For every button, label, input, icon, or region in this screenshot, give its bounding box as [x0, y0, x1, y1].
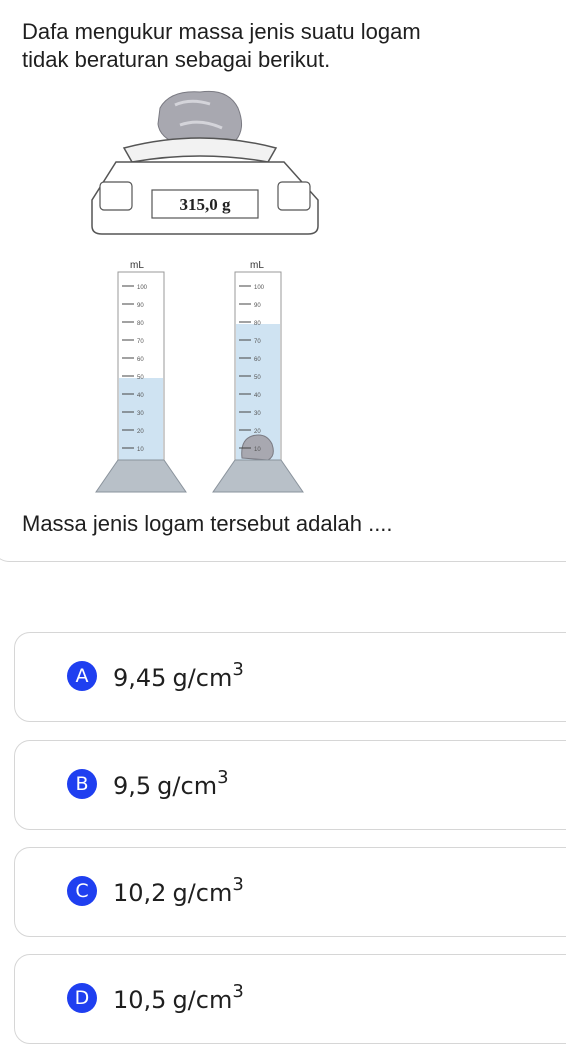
right-tick-label: 90 — [254, 303, 261, 309]
option-d-unit: g/cm — [172, 986, 233, 1014]
left-tick-label: 50 — [137, 375, 144, 381]
option-b-unit: g/cm — [157, 772, 218, 800]
option-a-text: 9,45 g/cm3 — [113, 661, 244, 693]
right-tick-label: 80 — [254, 321, 261, 327]
option-b-badge: B — [67, 769, 97, 799]
option-c-text: 10,2 g/cm3 — [113, 876, 244, 908]
left-tick-label: 10 — [137, 447, 144, 453]
scale-right-button — [277, 181, 311, 211]
option-a[interactable]: A 9,45 g/cm3 — [14, 632, 566, 722]
option-b-value: 9,5 — [113, 772, 152, 800]
option-c-value: 10,2 — [113, 879, 167, 907]
option-b-exponent: 3 — [217, 767, 229, 788]
left-tick-label: 70 — [137, 339, 144, 345]
option-a-value: 9,45 — [113, 664, 167, 692]
option-d[interactable]: D 10,5 g/cm3 — [14, 954, 566, 1044]
option-c[interactable]: C 10,2 g/cm3 — [14, 847, 566, 937]
option-d-text: 10,5 g/cm3 — [113, 983, 244, 1015]
option-b[interactable]: B 9,5 g/cm3 — [14, 740, 566, 830]
experiment-figure: 315,0 g mL 100 90 80 70 60 50 40 30 20 10 mL 100 9… — [91, 90, 319, 493]
option-a-exponent: 3 — [232, 659, 244, 680]
right-tick-label: 10 — [254, 447, 261, 453]
left-tick-label: 60 — [137, 357, 144, 363]
option-c-exponent: 3 — [232, 874, 244, 895]
right-tick-label: 60 — [254, 357, 261, 363]
left-tick-label: 100 — [137, 285, 148, 291]
right-tick-label: 40 — [254, 393, 261, 399]
scale-left-button — [99, 181, 133, 211]
right-tick-label: 100 — [254, 285, 265, 291]
option-c-unit: g/cm — [172, 879, 233, 907]
option-d-value: 10,5 — [113, 986, 167, 1014]
option-a-badge: A — [67, 661, 97, 691]
left-tick-label: 90 — [137, 303, 144, 309]
scale-pan — [122, 137, 278, 163]
right-tick-label: 70 — [254, 339, 261, 345]
right-tick-label: 30 — [254, 411, 261, 417]
question-prompt: Massa jenis logam tersebut adalah .... — [22, 511, 393, 536]
left-cylinder-unit: mL — [130, 260, 144, 271]
option-b-text: 9,5 g/cm3 — [113, 769, 229, 801]
left-tick-label: 20 — [137, 429, 144, 435]
left-tick-label: 40 — [137, 393, 144, 399]
option-a-unit: g/cm — [172, 664, 233, 692]
option-d-exponent: 3 — [232, 981, 244, 1002]
scale-reading: 315,0 g — [180, 195, 232, 214]
right-tick-label: 20 — [254, 429, 261, 435]
option-d-badge: D — [67, 983, 97, 1013]
right-tick-label: 50 — [254, 375, 261, 381]
left-tick-label: 80 — [137, 321, 144, 327]
left-tick-label: 30 — [137, 411, 144, 417]
option-c-badge: C — [67, 876, 97, 906]
right-cylinder: mL 100 90 80 70 60 50 40 30 20 10 — [212, 260, 304, 493]
right-cylinder-unit: mL — [250, 260, 264, 271]
left-cylinder: mL 100 90 80 70 60 50 40 30 20 10 — [95, 260, 187, 493]
